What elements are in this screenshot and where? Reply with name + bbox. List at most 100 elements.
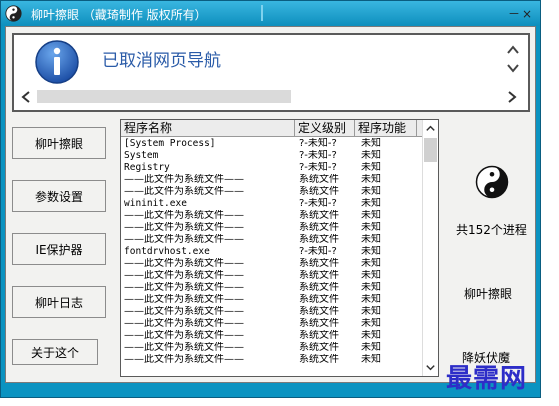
table-row[interactable]: ——此文件为系统文件—— 系统文件 未知 <box>121 318 423 330</box>
scroll-thumb[interactable] <box>424 138 437 162</box>
table-row[interactable]: ——此文件为系统文件—— 系统文件 未知 <box>121 186 423 198</box>
chevron-down-icon[interactable] <box>424 361 437 374</box>
cell-level: 系统文件 <box>299 174 339 185</box>
cell-program-name: ——此文件为系统文件—— <box>124 282 244 293</box>
cell-function: 未知 <box>361 198 381 209</box>
sidebar-label: 关于这个 <box>30 345 79 360</box>
info-icon <box>35 40 79 84</box>
cell-function: 未知 <box>361 342 381 353</box>
table-row[interactable]: ——此文件为系统文件—— 系统文件 未知 <box>121 174 423 186</box>
cell-program-name: wininit.exe <box>124 198 187 209</box>
cell-level: 系统文件 <box>299 330 339 341</box>
cell-program-name: ——此文件为系统文件—— <box>124 342 244 353</box>
cell-function: 未知 <box>361 150 381 161</box>
chevron-right-icon[interactable] <box>505 90 519 104</box>
cell-level: ?-未知-? <box>299 150 337 161</box>
column-header-level[interactable]: 定义级别 <box>295 120 355 137</box>
table-row[interactable]: ——此文件为系统文件—— 系统文件 未知 <box>121 210 423 222</box>
cell-program-name: ——此文件为系统文件—— <box>124 270 244 281</box>
cell-level: 系统文件 <box>299 258 339 269</box>
cell-function: 未知 <box>361 282 381 293</box>
cell-level: 系统文件 <box>299 342 339 353</box>
sidebar-label: IE保护器 <box>35 242 83 257</box>
process-count: 共152个进程 <box>456 223 527 237</box>
table-row[interactable]: ——此文件为系统文件—— 系统文件 未知 <box>121 222 423 234</box>
table-row[interactable]: ——此文件为系统文件—— 系统文件 未知 <box>121 330 423 342</box>
cell-program-name: ——此文件为系统文件—— <box>124 222 244 233</box>
table-row[interactable]: Registry ?-未知-? 未知 <box>121 162 423 174</box>
table-row[interactable]: ——此文件为系统文件—— 系统文件 未知 <box>121 234 423 246</box>
vertical-scrollbar[interactable] <box>422 120 438 376</box>
title-bar[interactable]: 柳叶擦眼 （藏琦制作 版权所有） －× <box>1 1 540 26</box>
cell-level: 系统文件 <box>299 318 339 329</box>
table-row[interactable]: [System Process] ?-未知-? 未知 <box>121 138 423 150</box>
table-row[interactable]: wininit.exe ?-未知-? 未知 <box>121 198 423 210</box>
column-header-name[interactable]: 程序名称 <box>121 120 295 137</box>
cell-level: ?-未知-? <box>299 246 337 257</box>
scroll-thumb[interactable] <box>37 90 291 103</box>
table-row[interactable]: System ?-未知-? 未知 <box>121 150 423 162</box>
cell-program-name: ——此文件为系统文件—— <box>124 306 244 317</box>
sidebar-button-log[interactable]: 柳叶日志 <box>12 286 106 318</box>
cell-function: 未知 <box>361 162 381 173</box>
chevron-up-icon[interactable] <box>506 43 520 57</box>
process-table[interactable]: 程序名称 定义级别 程序功能 [System Process] ?-未知-? 未知 S… <box>120 119 439 377</box>
cell-level: ?-未知-? <box>299 138 337 149</box>
cell-function: 未知 <box>361 354 381 365</box>
table-header: 程序名称 定义级别 程序功能 <box>121 120 423 137</box>
cell-function: 未知 <box>361 186 381 197</box>
table-row[interactable]: ——此文件为系统文件—— 系统文件 未知 <box>121 282 423 294</box>
cell-function: 未知 <box>361 174 381 185</box>
cell-program-name: ——此文件为系统文件—— <box>124 186 244 197</box>
notification-text: 已取消网页导航 <box>102 51 221 71</box>
table-row[interactable]: ——此文件为系统文件—— 系统文件 未知 <box>121 342 423 354</box>
cell-program-name: ——此文件为系统文件—— <box>124 258 244 269</box>
cell-level: 系统文件 <box>299 294 339 305</box>
table-body: [System Process] ?-未知-? 未知 System ?-未知-? 未知 Re… <box>121 138 423 366</box>
chevron-down-icon[interactable] <box>506 61 520 75</box>
sidebar-button-liuye[interactable]: 柳叶擦眼 <box>12 127 106 159</box>
chevron-left-icon[interactable] <box>19 90 33 104</box>
cell-function: 未知 <box>361 258 381 269</box>
cell-program-name: ——此文件为系统文件—— <box>124 294 244 305</box>
sidebar-button-about[interactable]: 关于这个 <box>12 339 98 365</box>
taiji-icon[interactable] <box>475 165 509 199</box>
cell-function: 未知 <box>361 306 381 317</box>
chevron-up-icon[interactable] <box>424 122 437 135</box>
sidebar-label: 柳叶擦眼 <box>34 136 83 151</box>
liuye-link[interactable]: 柳叶擦眼 <box>464 285 512 302</box>
cell-function: 未知 <box>361 222 381 233</box>
cell-program-name: Registry <box>124 162 170 173</box>
table-row[interactable]: ——此文件为系统文件—— 系统文件 未知 <box>121 258 423 270</box>
cell-function: 未知 <box>361 270 381 281</box>
cell-level: 系统文件 <box>299 186 339 197</box>
cell-function: 未知 <box>361 294 381 305</box>
table-row[interactable]: ——此文件为系统文件—— 系统文件 未知 <box>121 354 423 366</box>
cell-program-name: ——此文件为系统文件—— <box>124 234 244 245</box>
sidebar-button-settings[interactable]: 参数设置 <box>12 180 106 212</box>
table-row[interactable]: ——此文件为系统文件—— 系统文件 未知 <box>121 306 423 318</box>
cell-program-name: ——此文件为系统文件—— <box>124 174 244 185</box>
sidebar-label: 参数设置 <box>34 189 83 204</box>
cell-program-name: [System Process] <box>124 138 216 149</box>
window-controls[interactable]: －× <box>508 5 534 22</box>
sidebar-button-ie-protector[interactable]: IE保护器 <box>12 233 106 265</box>
cell-program-name: ——此文件为系统文件—— <box>124 330 244 341</box>
cell-program-name: ——此文件为系统文件—— <box>124 354 244 365</box>
cell-level: 系统文件 <box>299 222 339 233</box>
cell-level: 系统文件 <box>299 282 339 293</box>
cell-program-name: fontdrvhost.exe <box>124 246 210 257</box>
table-row[interactable]: ——此文件为系统文件—— 系统文件 未知 <box>121 270 423 282</box>
cell-function: 未知 <box>361 234 381 245</box>
cell-level: ?-未知-? <box>299 198 337 209</box>
horizontal-scrollbar[interactable] <box>17 89 525 107</box>
cell-level: ?-未知-? <box>299 162 337 173</box>
client-area: 已取消网页导航 柳叶擦眼 参数设置 IE保护器 柳叶日志 关于这个 程序名称 定… <box>5 26 536 383</box>
table-row[interactable]: ——此文件为系统文件—— 系统文件 未知 <box>121 294 423 306</box>
cell-level: 系统文件 <box>299 306 339 317</box>
title-separator <box>261 5 263 21</box>
app-window: 柳叶擦眼 （藏琦制作 版权所有） －× 已取消网页导航 柳叶擦眼 参数设置 IE… <box>0 0 541 398</box>
cell-program-name: ——此文件为系统文件—— <box>124 210 244 221</box>
table-row[interactable]: fontdrvhost.exe ?-未知-? 未知 <box>121 246 423 258</box>
column-header-function[interactable]: 程序功能 <box>355 120 417 137</box>
